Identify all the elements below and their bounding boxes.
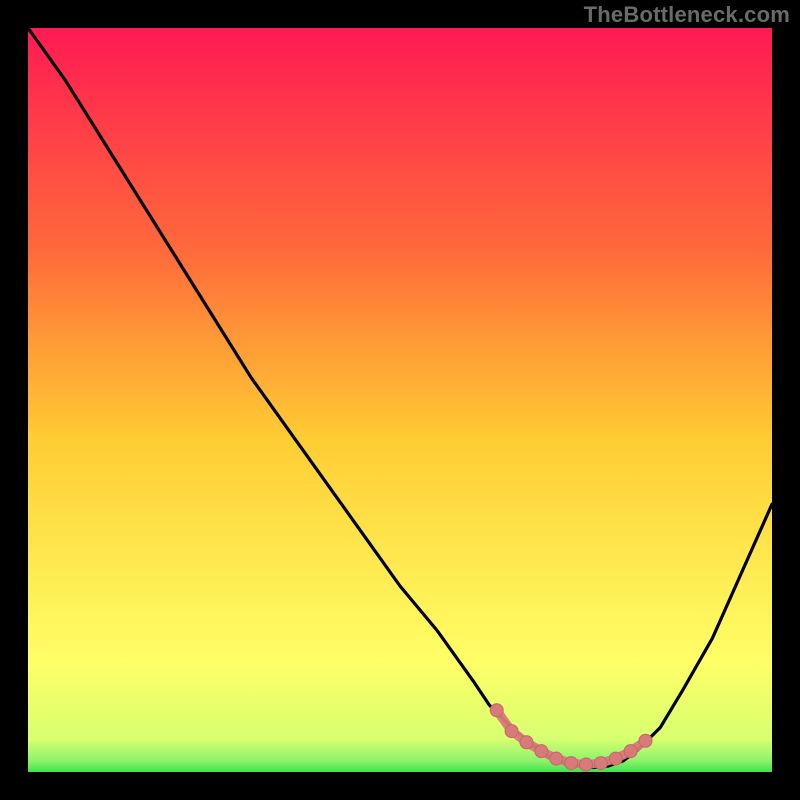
optimal-zone-marker: [624, 745, 637, 758]
watermark-text: TheBottleneck.com: [584, 2, 790, 28]
optimal-zone-marker: [505, 725, 518, 738]
optimal-zone-marker: [535, 745, 548, 758]
chart-frame: TheBottleneck.com: [0, 0, 800, 800]
chart-svg: [28, 28, 772, 772]
optimal-zone-marker: [550, 752, 563, 765]
optimal-zone-marker: [490, 704, 503, 717]
optimal-zone-marker: [520, 736, 533, 749]
bottleneck-plot: [28, 28, 772, 772]
optimal-zone-marker: [594, 757, 607, 770]
gradient-background: [28, 28, 772, 772]
optimal-zone-marker: [565, 757, 578, 770]
optimal-zone-marker: [639, 734, 652, 747]
optimal-zone-marker: [609, 752, 622, 765]
optimal-zone-marker: [580, 758, 593, 771]
